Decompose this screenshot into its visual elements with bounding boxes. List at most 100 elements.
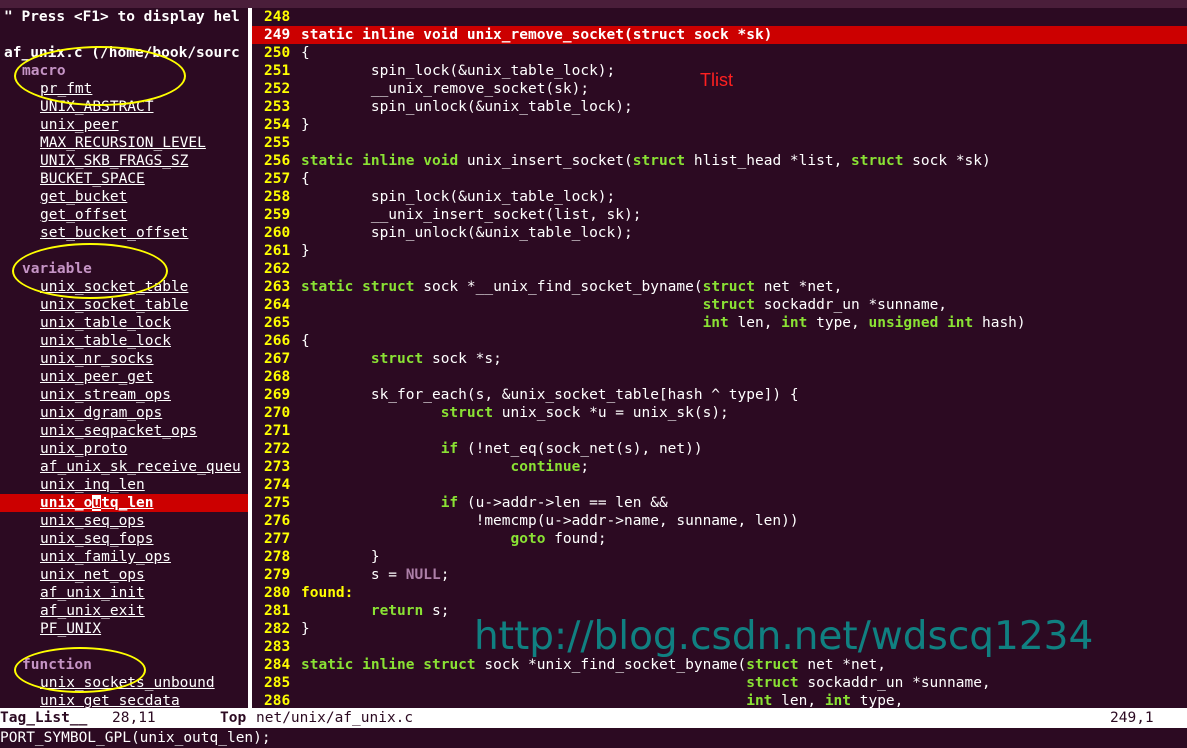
- code-line[interactable]: 262: [252, 260, 301, 278]
- code-line[interactable]: 256 static inline void unix_insert_socket…: [252, 152, 991, 170]
- code-text: goto found;: [510, 531, 607, 547]
- line-number: 282: [264, 621, 291, 637]
- code-line[interactable]: 279 s = NULL;: [252, 566, 449, 584]
- code-text: static inline struct sock *unix_find_soc…: [301, 657, 886, 673]
- tag-item[interactable]: PF_UNIX: [40, 620, 101, 638]
- tag-item-label: unix_socket_table: [40, 297, 189, 313]
- tag-item[interactable]: unix_seq_ops: [40, 512, 145, 530]
- line-number: 285: [264, 675, 291, 691]
- code-text: int len, int type,: [746, 693, 904, 708]
- code-line[interactable]: 281 return s;: [252, 602, 449, 620]
- tag-item[interactable]: unix_nr_socks: [40, 350, 154, 368]
- code-line[interactable]: 276 !memcmp(u->addr->name, sunname, len)…: [252, 512, 799, 530]
- status-tag-list: Tag_List__: [0, 710, 88, 726]
- code-text: if (u->addr->len == len &&: [440, 495, 668, 511]
- code-text: found:: [301, 585, 354, 601]
- tag-item[interactable]: unix_seqpacket_ops: [40, 422, 197, 440]
- tag-item[interactable]: unix_seq_fops: [40, 530, 154, 548]
- code-line[interactable]: 260 spin_unlock(&unix_table_lock);: [252, 224, 633, 242]
- code-line[interactable]: 266 {: [252, 332, 310, 350]
- tag-item-label: unix_seqpacket_ops: [40, 423, 198, 439]
- line-number: 268: [264, 369, 291, 385]
- code-line[interactable]: 263 static struct sock *__unix_find_socke…: [252, 278, 842, 296]
- tag-item-label: unix_get_secdata: [40, 693, 180, 708]
- tag-item[interactable]: unix_stream_ops: [40, 386, 171, 404]
- tag-item-label: unix_table_lock: [40, 333, 171, 349]
- tag-item[interactable]: unix_socket_table: [40, 296, 188, 314]
- line-number: 272: [264, 441, 291, 457]
- annotation-ellipse-macro: [14, 46, 186, 106]
- tag-item[interactable]: unix_peer: [40, 116, 119, 134]
- code-line[interactable]: 277 goto found;: [252, 530, 607, 548]
- line-number: 260: [264, 225, 291, 241]
- tag-item[interactable]: af_unix_sk_receive_queu: [40, 458, 241, 476]
- tag-item-label: af_unix_exit: [40, 603, 145, 619]
- tag-item[interactable]: UNIX_SKB_FRAGS_SZ: [40, 152, 188, 170]
- code-line[interactable]: 250 {: [252, 44, 310, 62]
- code-line[interactable]: 269 sk_for_each(s, &unix_socket_table[ha…: [252, 386, 799, 404]
- code-line[interactable]: 268: [252, 368, 301, 386]
- tag-item[interactable]: unix_get_secdata: [40, 692, 180, 708]
- code-line[interactable]: 253 spin_unlock(&unix_table_lock);: [252, 98, 633, 116]
- code-line[interactable]: 251 spin_lock(&unix_table_lock);: [252, 62, 615, 80]
- code-line[interactable]: 248: [252, 8, 301, 26]
- tag-item[interactable]: unix_net_ops: [40, 566, 145, 584]
- line-number: 261: [264, 243, 291, 259]
- tag-item[interactable]: MAX_RECURSION_LEVEL: [40, 134, 206, 152]
- code-line[interactable]: 252 __unix_remove_socket(sk);: [252, 80, 589, 98]
- tag-item[interactable]: unix_table_lock: [40, 332, 171, 350]
- code-text: struct sockaddr_un *sunname,: [746, 675, 991, 691]
- code-line[interactable]: 264 struct sockaddr_un *sunname,: [252, 296, 947, 314]
- code-line[interactable]: 280 found:: [252, 584, 353, 602]
- tag-item[interactable]: af_unix_exit: [40, 602, 145, 620]
- code-line[interactable]: 255: [252, 134, 301, 152]
- tag-item[interactable]: unix_proto: [40, 440, 127, 458]
- line-number: 265: [264, 315, 291, 331]
- code-text: __unix_insert_socket(list, sk);: [301, 207, 642, 223]
- tag-item-selected[interactable]: unix_outq_len: [0, 494, 248, 512]
- code-text: struct sock *s;: [370, 351, 502, 367]
- tag-item[interactable]: set_bucket_offset: [40, 224, 188, 242]
- tag-item[interactable]: get_offset: [40, 206, 127, 224]
- tag-item[interactable]: unix_family_ops: [40, 548, 171, 566]
- code-line[interactable]: 285 struct sockaddr_un *sunname,: [252, 674, 991, 692]
- code-line[interactable]: 261}: [252, 242, 310, 260]
- code-line[interactable]: 249 static inline void unix_remove_socket…: [252, 26, 1187, 44]
- tag-item-label: BUCKET_SPACE: [40, 171, 145, 187]
- code-line[interactable]: 273 continue;: [252, 458, 589, 476]
- line-number: 280: [264, 585, 291, 601]
- code-editor-pane[interactable]: 248 249 static inline void unix_remove_soc…: [252, 8, 1187, 708]
- code-line[interactable]: 275 if (u->addr->len == len &&: [252, 494, 668, 512]
- code-line[interactable]: 272 if (!net_eq(sock_net(s), net)): [252, 440, 703, 458]
- code-text: }: [301, 621, 310, 637]
- tag-item-label: UNIX_SKB_FRAGS_SZ: [40, 153, 189, 169]
- tag-item[interactable]: unix_inq_len: [40, 476, 145, 494]
- code-text: {: [301, 333, 310, 349]
- code-line[interactable]: 278 }: [252, 548, 380, 566]
- code-line[interactable]: 274: [252, 476, 301, 494]
- code-line[interactable]: 282}: [252, 620, 310, 638]
- tag-item[interactable]: get_bucket: [40, 188, 127, 206]
- code-text: return s;: [370, 603, 450, 619]
- code-line[interactable]: 283: [252, 638, 301, 656]
- code-line[interactable]: 271: [252, 422, 301, 440]
- tag-item-label: unix_inq_len: [40, 477, 145, 493]
- code-line[interactable]: 270 struct unix_sock *u = unix_sk(s);: [252, 404, 729, 422]
- code-line[interactable]: 265 int len, int type, unsigned int hash…: [252, 314, 1026, 332]
- code-line[interactable]: 267 struct sock *s;: [252, 350, 502, 368]
- tag-item[interactable]: af_unix_init: [40, 584, 145, 602]
- code-text: spin_lock(&unix_table_lock);: [301, 189, 616, 205]
- tag-item[interactable]: BUCKET_SPACE: [40, 170, 145, 188]
- code-line[interactable]: 286 int len, int type,: [252, 692, 903, 708]
- code-line[interactable]: 257 {: [252, 170, 310, 188]
- code-line[interactable]: 254}: [252, 116, 310, 134]
- tag-item[interactable]: unix_peer_get: [40, 368, 154, 386]
- tag-list-pane[interactable]: " Press <F1> to display hel af_unix.c (/…: [0, 8, 248, 708]
- code-line[interactable]: 259 __unix_insert_socket(list, sk);: [252, 206, 641, 224]
- tag-item[interactable]: unix_dgram_ops: [40, 404, 162, 422]
- code-line[interactable]: 258 spin_lock(&unix_table_lock);: [252, 188, 615, 206]
- code-text: static inline void unix_remove_socket(st…: [301, 27, 773, 43]
- line-number: 276: [264, 513, 291, 529]
- command-line[interactable]: PORT_SYMBOL_GPL(unix_outq_len);: [0, 728, 1187, 748]
- tag-item[interactable]: unix_table_lock: [40, 314, 171, 332]
